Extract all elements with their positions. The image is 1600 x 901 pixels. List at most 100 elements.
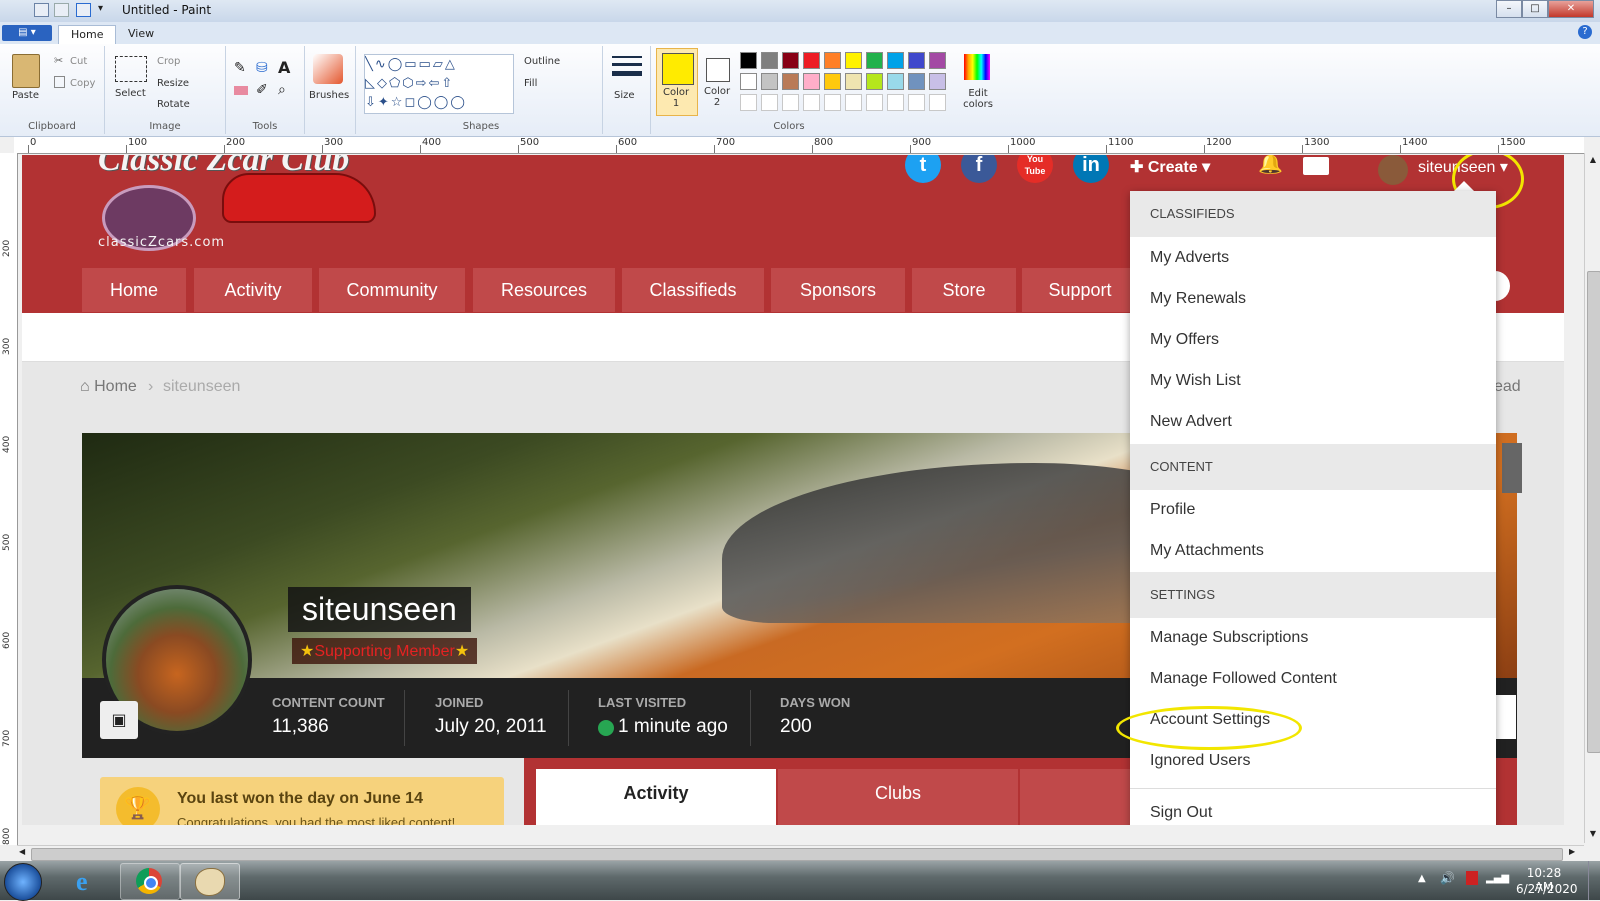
color1-button[interactable]: Color 1 <box>656 48 698 116</box>
vertical-scroll-thumb[interactable] <box>1587 271 1600 753</box>
menu-item-my-renewals[interactable]: My Renewals <box>1150 290 1246 308</box>
paste-button[interactable]: Paste <box>12 90 39 101</box>
close-button[interactable]: ✕ <box>1548 0 1594 18</box>
palette-swatch[interactable] <box>908 94 925 111</box>
show-desktop-button[interactable] <box>1588 861 1600 900</box>
edit-colors-button[interactable]: Edit colors <box>958 88 998 110</box>
menu-item-my-offers[interactable]: My Offers <box>1150 331 1219 349</box>
menu-item-ignored-users[interactable]: Ignored Users <box>1150 752 1251 770</box>
nav-support[interactable]: Support <box>1022 268 1138 312</box>
notifications-bell-icon[interactable]: 🔔 <box>1258 155 1283 175</box>
tab-activity[interactable]: Activity <box>536 769 776 825</box>
volume-icon[interactable]: 🔊 <box>1440 871 1455 885</box>
palette-swatch[interactable] <box>761 52 778 69</box>
palette-swatch[interactable] <box>887 52 904 69</box>
nav-store[interactable]: Store <box>912 268 1016 312</box>
action-center-icon[interactable] <box>1466 871 1478 885</box>
palette-swatch[interactable] <box>845 73 862 90</box>
palette-swatch[interactable] <box>824 94 841 111</box>
color-picker-icon[interactable]: ✐ <box>256 82 268 98</box>
maximize-button[interactable]: □ <box>1522 0 1548 18</box>
palette-swatch[interactable] <box>740 94 757 111</box>
menu-item-my-adverts[interactable]: My Adverts <box>1150 249 1229 267</box>
clock-date[interactable]: 6/27/2020 <box>1516 882 1578 896</box>
copy-icon[interactable] <box>54 76 65 88</box>
messages-envelope-icon[interactable] <box>1303 157 1329 175</box>
palette-swatch[interactable] <box>803 94 820 111</box>
tab-clubs[interactable]: Clubs <box>778 769 1018 825</box>
palette-swatch[interactable] <box>845 52 862 69</box>
nav-home[interactable]: Home <box>82 268 186 312</box>
scroll-down-icon[interactable]: ▼ <box>1586 827 1600 841</box>
size-icon[interactable] <box>612 56 642 58</box>
outline-button[interactable]: Outline <box>524 56 560 67</box>
menu-item-profile[interactable]: Profile <box>1150 501 1195 519</box>
menu-item-my-attachments[interactable]: My Attachments <box>1150 542 1264 560</box>
rotate-button[interactable]: Rotate <box>157 99 190 110</box>
palette-swatch[interactable] <box>929 52 946 69</box>
palette-swatch[interactable] <box>866 94 883 111</box>
breadcrumb-home[interactable]: ⌂ Home <box>80 378 137 396</box>
menu-item-manage-followed-content[interactable]: Manage Followed Content <box>1150 670 1337 688</box>
magnifier-icon[interactable]: ⌕ <box>278 82 286 98</box>
menu-item-new-advert[interactable]: New Advert <box>1150 413 1232 431</box>
palette-swatch[interactable] <box>929 73 946 90</box>
palette-swatch[interactable] <box>761 73 778 90</box>
size-button[interactable]: Size <box>614 90 635 101</box>
undo-icon[interactable] <box>54 3 69 17</box>
horizontal-scrollbar[interactable]: ◀ ▶ <box>17 845 1584 862</box>
nav-community[interactable]: Community <box>319 268 465 312</box>
fill-button[interactable]: Fill <box>524 78 537 89</box>
nav-resources[interactable]: Resources <box>473 268 615 312</box>
resize-button[interactable]: Resize <box>157 78 189 89</box>
palette-swatch[interactable] <box>803 73 820 90</box>
horizontal-scroll-thumb[interactable] <box>31 848 1563 861</box>
breadcrumb-right-link[interactable]: ead <box>1494 378 1521 396</box>
palette-swatch[interactable] <box>887 94 904 111</box>
copy-button[interactable]: Copy <box>70 78 95 89</box>
paint-canvas[interactable]: Classic Zcar Club classicZcars.com t f Y… <box>22 155 1564 825</box>
start-button[interactable] <box>4 863 42 901</box>
palette-swatch[interactable] <box>782 94 799 111</box>
minimize-button[interactable]: – <box>1496 0 1522 18</box>
palette-swatch[interactable] <box>824 73 841 90</box>
scroll-up-icon[interactable]: ▲ <box>1586 153 1600 167</box>
palette-swatch[interactable] <box>782 73 799 90</box>
brushes-button[interactable]: Brushes <box>309 90 349 101</box>
paint-taskbar-icon[interactable] <box>180 863 240 900</box>
select-button[interactable]: Select <box>115 88 146 99</box>
pencil-icon[interactable]: ✎ <box>234 60 246 76</box>
color2-button[interactable]: Color 2 <box>700 48 736 114</box>
cut-icon[interactable]: ✂ <box>54 54 63 67</box>
scroll-left-icon[interactable]: ◀ <box>19 847 25 856</box>
menu-item-sign-out[interactable]: Sign Out <box>1150 804 1212 822</box>
palette-swatch[interactable] <box>740 73 757 90</box>
palette-swatch[interactable] <box>803 52 820 69</box>
help-icon[interactable]: ? <box>1578 25 1592 39</box>
vertical-scrollbar[interactable]: ▲ ▼ <box>1584 153 1600 843</box>
palette-swatch[interactable] <box>887 73 904 90</box>
menu-item-manage-subscriptions[interactable]: Manage Subscriptions <box>1150 629 1308 647</box>
palette-swatch[interactable] <box>740 52 757 69</box>
quick-access-dropdown-icon[interactable]: ▾ <box>98 3 103 14</box>
palette-swatch[interactable] <box>908 73 925 90</box>
redo-icon[interactable] <box>76 3 91 17</box>
change-cover-photo-icon[interactable]: ▣ <box>100 701 138 739</box>
tab-view[interactable]: View <box>116 25 166 44</box>
palette-swatch[interactable] <box>866 73 883 90</box>
eraser-icon[interactable] <box>234 86 248 95</box>
internet-explorer-icon[interactable]: e <box>60 863 118 898</box>
palette-swatch[interactable] <box>761 94 778 111</box>
palette-swatch[interactable] <box>782 52 799 69</box>
brushes-icon[interactable] <box>313 54 343 84</box>
show-hidden-icons[interactable]: ▲ <box>1418 873 1426 884</box>
create-menu[interactable]: ✚ Create ▾ <box>1130 157 1210 177</box>
text-tool-icon[interactable]: A <box>278 58 290 77</box>
nav-activity[interactable]: Activity <box>194 268 312 312</box>
palette-swatch[interactable] <box>929 94 946 111</box>
cut-button[interactable]: Cut <box>70 56 87 67</box>
crop-button[interactable]: Crop <box>157 56 180 67</box>
shapes-gallery[interactable]: ╲∿◯▭▭▱△ ◺◇⬠⬡⇨⇦⇧ ⇩✦☆◻◯◯◯ <box>364 54 514 114</box>
tab-home[interactable]: Home <box>58 25 117 45</box>
edit-colors-icon[interactable] <box>964 54 990 80</box>
